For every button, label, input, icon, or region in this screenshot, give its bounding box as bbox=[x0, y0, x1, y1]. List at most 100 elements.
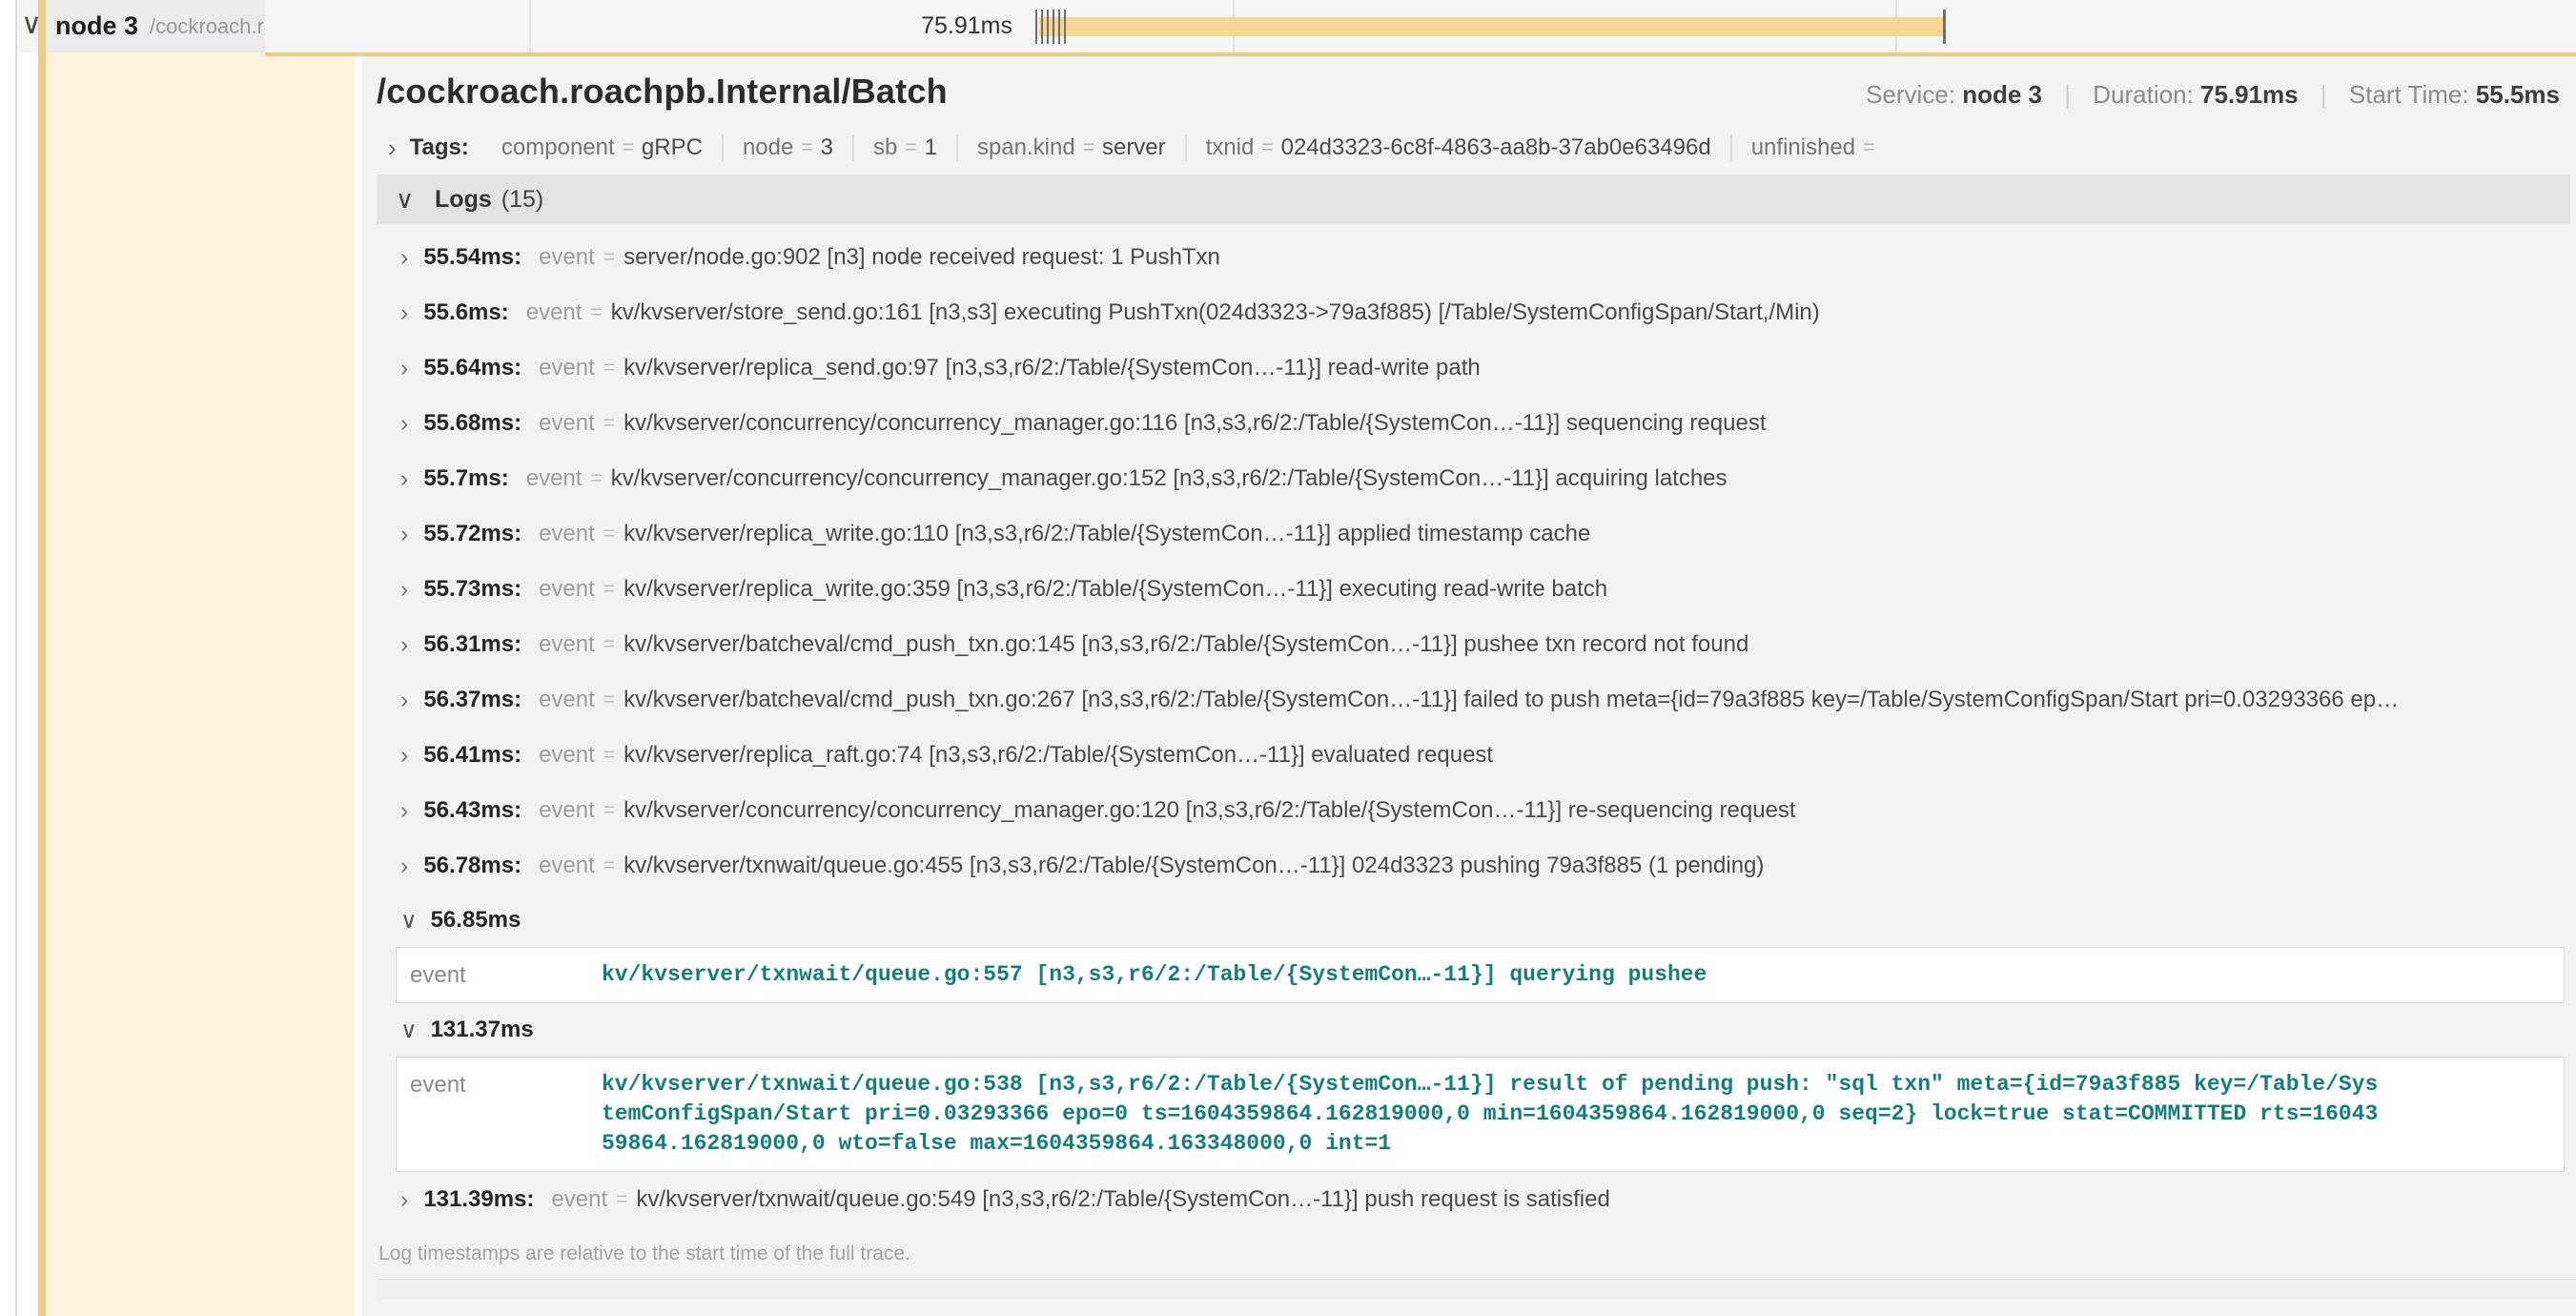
log-row[interactable]: › 55.64ms: event = kv/kvserver/replica_s… bbox=[377, 340, 2576, 396]
log-row-chevron-icon[interactable]: › bbox=[400, 355, 408, 382]
service-value: node 3 bbox=[1962, 80, 2042, 109]
span-name-tab[interactable]: node 3 /cockroach.roach… bbox=[46, 0, 265, 52]
log-equals: = bbox=[603, 854, 615, 877]
tag-value: gRPC bbox=[642, 134, 703, 161]
log-field-key: event bbox=[539, 797, 595, 824]
log-timestamp: 56.41ms: bbox=[423, 742, 521, 769]
tags-list: component = gRPC node = 3 sb = 1 span.ki… bbox=[482, 134, 1901, 161]
log-equals: = bbox=[603, 523, 615, 545]
log-timestamp: 56.37ms: bbox=[423, 687, 521, 713]
log-row[interactable]: › 55.6ms: event = kv/kvserver/store_send… bbox=[377, 285, 2576, 340]
duration-label: Duration: bbox=[2093, 80, 2194, 109]
log-field-value: kv/kvserver/batcheval/cmd_push_txn.go:14… bbox=[624, 631, 1748, 658]
log-row[interactable]: › 56.43ms: event = kv/kvserver/concurren… bbox=[377, 783, 2576, 838]
span-detail-panel: /cockroach.roachpb.Internal/Batch Servic… bbox=[362, 56, 2576, 1316]
log-row[interactable]: › 56.78ms: event = kv/kvserver/txnwait/q… bbox=[377, 838, 2576, 894]
log-field-value: kv/kvserver/txnwait/queue.go:557 [n3,s3,… bbox=[602, 960, 1707, 990]
log-row-chevron-icon[interactable]: › bbox=[400, 687, 408, 714]
logs-footer-note: Log timestamps are relative to the start… bbox=[377, 1243, 2576, 1265]
log-field-key: event bbox=[526, 299, 583, 326]
log-field-value: kv/kvserver/replica_raft.go:74 [n3,s3,r6… bbox=[624, 742, 1493, 769]
log-row-chevron-icon[interactable]: › bbox=[400, 244, 408, 272]
log-field-value-line: temConfigSpan/Start pri=0.03293366 epo=0… bbox=[602, 1100, 2378, 1129]
meta-divider: | bbox=[2320, 80, 2327, 109]
logs-chevron-icon[interactable]: ∨ bbox=[396, 185, 414, 215]
log-row-chevron-icon[interactable]: › bbox=[400, 465, 408, 493]
log-keyvalue-table: event kv/kvserver/txnwait/queue.go:557 [… bbox=[396, 947, 2565, 1003]
detail-row-left-column bbox=[0, 52, 362, 1316]
log-event-tick bbox=[1053, 10, 1054, 44]
log-row[interactable]: › 55.7ms: event = kv/kvserver/concurrenc… bbox=[377, 451, 2576, 506]
span-timeline-row[interactable]: ∨ node 3 /cockroach.roach… 75.91ms bbox=[0, 0, 2576, 52]
log-row[interactable]: › 56.31ms: event = kv/kvserver/batcheval… bbox=[377, 617, 2576, 672]
log-row-chevron-icon[interactable]: › bbox=[400, 742, 408, 770]
tag-equals: = bbox=[905, 136, 916, 159]
log-timestamp: 55.64ms: bbox=[423, 355, 521, 381]
log-event-tick bbox=[1035, 10, 1037, 44]
log-equals: = bbox=[603, 633, 615, 656]
span-end-marker bbox=[1943, 10, 1946, 44]
log-timestamp: 56.31ms: bbox=[423, 631, 521, 658]
log-field-value: kv/kvserver/replica_write.go:110 [n3,s3,… bbox=[624, 521, 1590, 547]
logs-accordion-header[interactable]: ∨ Logs (15) bbox=[377, 175, 2570, 224]
tag-item[interactable]: unfinished = bbox=[1730, 134, 1902, 161]
tag-item[interactable]: component = gRPC bbox=[482, 134, 722, 161]
start-time-value: 55.5ms bbox=[2476, 80, 2560, 109]
log-field-key: event bbox=[539, 244, 595, 271]
tag-key: unfinished bbox=[1751, 134, 1855, 161]
tag-equals: = bbox=[1083, 136, 1094, 159]
span-duration-label: 75.91ms bbox=[877, 0, 1012, 52]
log-row-chevron-icon[interactable]: ∨ bbox=[400, 1017, 418, 1044]
log-row[interactable]: › 131.39ms: event = kv/kvserver/txnwait/… bbox=[377, 1172, 2576, 1227]
log-row[interactable]: › 55.54ms: event = server/node.go:902 [n… bbox=[377, 230, 2576, 285]
log-field-key: event bbox=[539, 687, 595, 713]
service-label: Service: bbox=[1866, 80, 1955, 109]
log-row[interactable]: › 56.37ms: event = kv/kvserver/batcheval… bbox=[377, 672, 2576, 728]
log-field-key: event bbox=[539, 576, 595, 603]
log-equals: = bbox=[603, 357, 615, 380]
log-row-chevron-icon[interactable]: › bbox=[400, 797, 408, 825]
log-timestamp: 55.73ms: bbox=[423, 576, 521, 603]
log-row[interactable]: › 55.73ms: event = kv/kvserver/replica_w… bbox=[377, 562, 2576, 617]
span-duration-bar[interactable] bbox=[1039, 17, 1945, 36]
log-expanded-header[interactable]: ∨ 131.37ms bbox=[377, 1003, 2576, 1057]
tag-key: txnid bbox=[1206, 134, 1255, 161]
tags-chevron-icon[interactable]: › bbox=[388, 134, 397, 163]
log-field-value-line: kv/kvserver/txnwait/queue.go:557 [n3,s3,… bbox=[602, 960, 1707, 990]
log-field-key: event bbox=[539, 742, 595, 769]
log-row[interactable]: › 56.41ms: event = kv/kvserver/replica_r… bbox=[377, 728, 2576, 783]
log-expanded-header[interactable]: ∨ 56.85ms bbox=[377, 894, 2576, 947]
log-field-value: kv/kvserver/batcheval/cmd_push_txn.go:26… bbox=[624, 687, 2399, 713]
tag-item[interactable]: txnid = 024d3323-6c8f-4863-aa8b-37ab0e63… bbox=[1185, 134, 1730, 161]
log-row-chevron-icon[interactable]: › bbox=[400, 853, 408, 880]
log-row-chevron-icon[interactable]: › bbox=[400, 631, 408, 659]
log-row-chevron-icon[interactable]: › bbox=[400, 410, 408, 438]
log-row-chevron-icon[interactable]: › bbox=[400, 576, 408, 604]
log-timestamp: 55.54ms: bbox=[423, 244, 521, 271]
log-equals: = bbox=[590, 301, 602, 324]
log-equals: = bbox=[590, 467, 602, 490]
logs-count: (15) bbox=[501, 186, 543, 214]
log-field-key: event bbox=[397, 1070, 602, 1159]
log-keyvalue-table: event kv/kvserver/txnwait/queue.go:538 [… bbox=[396, 1057, 2565, 1172]
span-service-name: node 3 bbox=[55, 11, 138, 41]
log-timestamp: 131.39ms: bbox=[423, 1186, 534, 1213]
tag-item[interactable]: span.kind = server bbox=[956, 134, 1185, 161]
tags-accordion[interactable]: › Tags: component = gRPC node = 3 sb = 1… bbox=[377, 127, 2576, 169]
log-row-chevron-icon[interactable]: › bbox=[400, 1186, 408, 1214]
panel-bottom-strip bbox=[377, 1279, 2576, 1300]
span-detail-meta: Service: node 3 | Duration: 75.91ms | St… bbox=[1866, 80, 2560, 110]
log-equals: = bbox=[603, 744, 615, 767]
tag-value: 1 bbox=[925, 134, 937, 161]
timeline-grid-line bbox=[529, 0, 531, 52]
log-row[interactable]: › 55.72ms: event = kv/kvserver/replica_w… bbox=[377, 506, 2576, 562]
log-field-value: kv/kvserver/txnwait/queue.go:455 [n3,s3,… bbox=[624, 853, 1764, 879]
log-row[interactable]: › 55.68ms: event = kv/kvserver/concurren… bbox=[377, 396, 2576, 451]
tag-item[interactable]: sb = 1 bbox=[852, 134, 956, 161]
log-entry-expanded: ∨ 56.85ms event kv/kvserver/txnwait/queu… bbox=[377, 894, 2576, 1003]
span-operation-name: /cockroach.roach… bbox=[150, 14, 265, 39]
log-row-chevron-icon[interactable]: › bbox=[400, 299, 408, 327]
log-row-chevron-icon[interactable]: › bbox=[400, 521, 408, 548]
tag-item[interactable]: node = 3 bbox=[722, 134, 852, 161]
log-row-chevron-icon[interactable]: ∨ bbox=[400, 907, 418, 935]
